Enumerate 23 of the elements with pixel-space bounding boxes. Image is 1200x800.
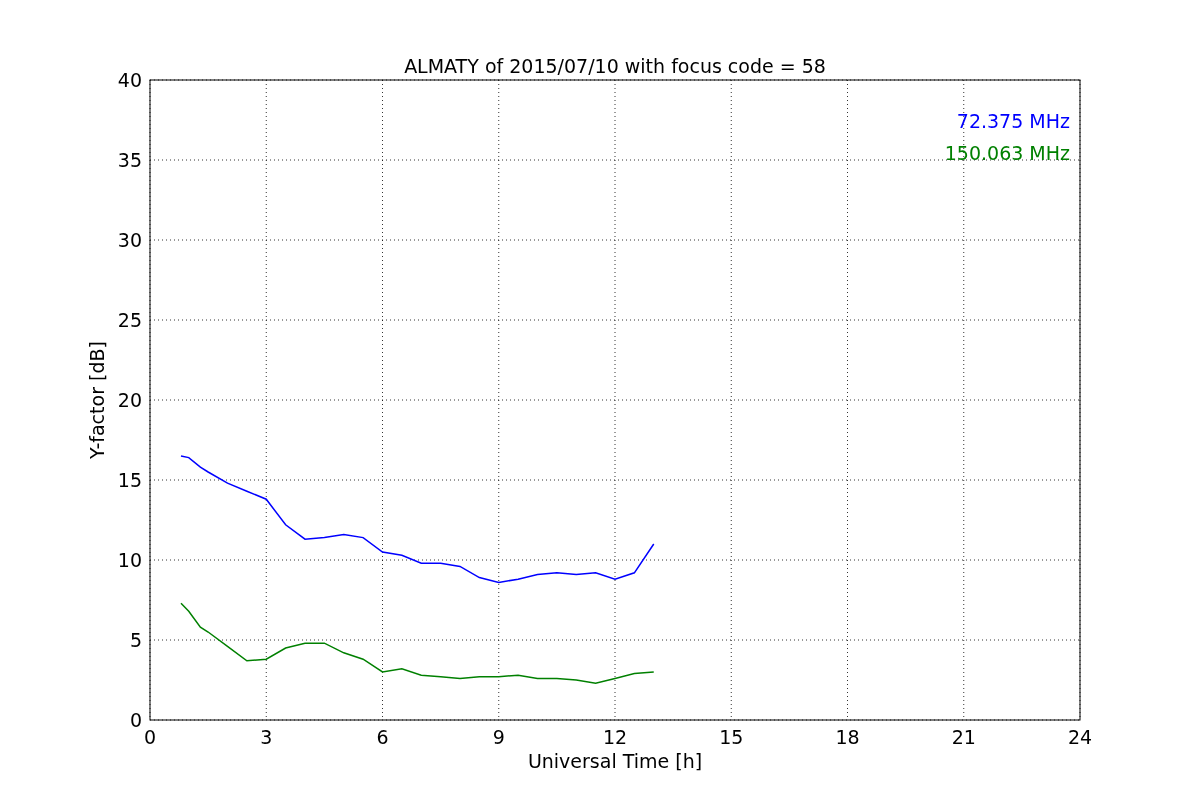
tick-label: 40 — [117, 69, 142, 91]
tick-label: 10 — [117, 549, 142, 571]
axis-label: Y-factor [dB] — [86, 341, 108, 459]
legend-label: 150.063 MHz — [944, 142, 1070, 164]
tick-label: 21 — [951, 726, 976, 748]
tick-label: 15 — [117, 469, 142, 491]
tick-label: 15 — [719, 726, 744, 748]
tick-label: 0 — [129, 709, 142, 731]
tick-label: 25 — [117, 309, 142, 331]
tick-label: 30 — [117, 229, 142, 251]
tick-label: 6 — [376, 726, 389, 748]
tick-label: 35 — [117, 149, 142, 171]
legend-label: 72.375 MHz — [956, 110, 1070, 132]
tick-label: 12 — [602, 726, 628, 748]
tick-label: 9 — [492, 726, 505, 748]
tick-label: 3 — [260, 726, 273, 748]
axis-label: Universal Time [h] — [527, 750, 703, 772]
chart-title: ALMATY of 2015/07/10 with focus code = 58 — [404, 55, 826, 77]
tick-label: 0 — [143, 726, 157, 748]
tick-label: 5 — [129, 629, 142, 651]
tick-label: 20 — [117, 389, 142, 411]
tick-label: 24 — [1067, 726, 1093, 748]
tick-label: 18 — [835, 726, 860, 748]
